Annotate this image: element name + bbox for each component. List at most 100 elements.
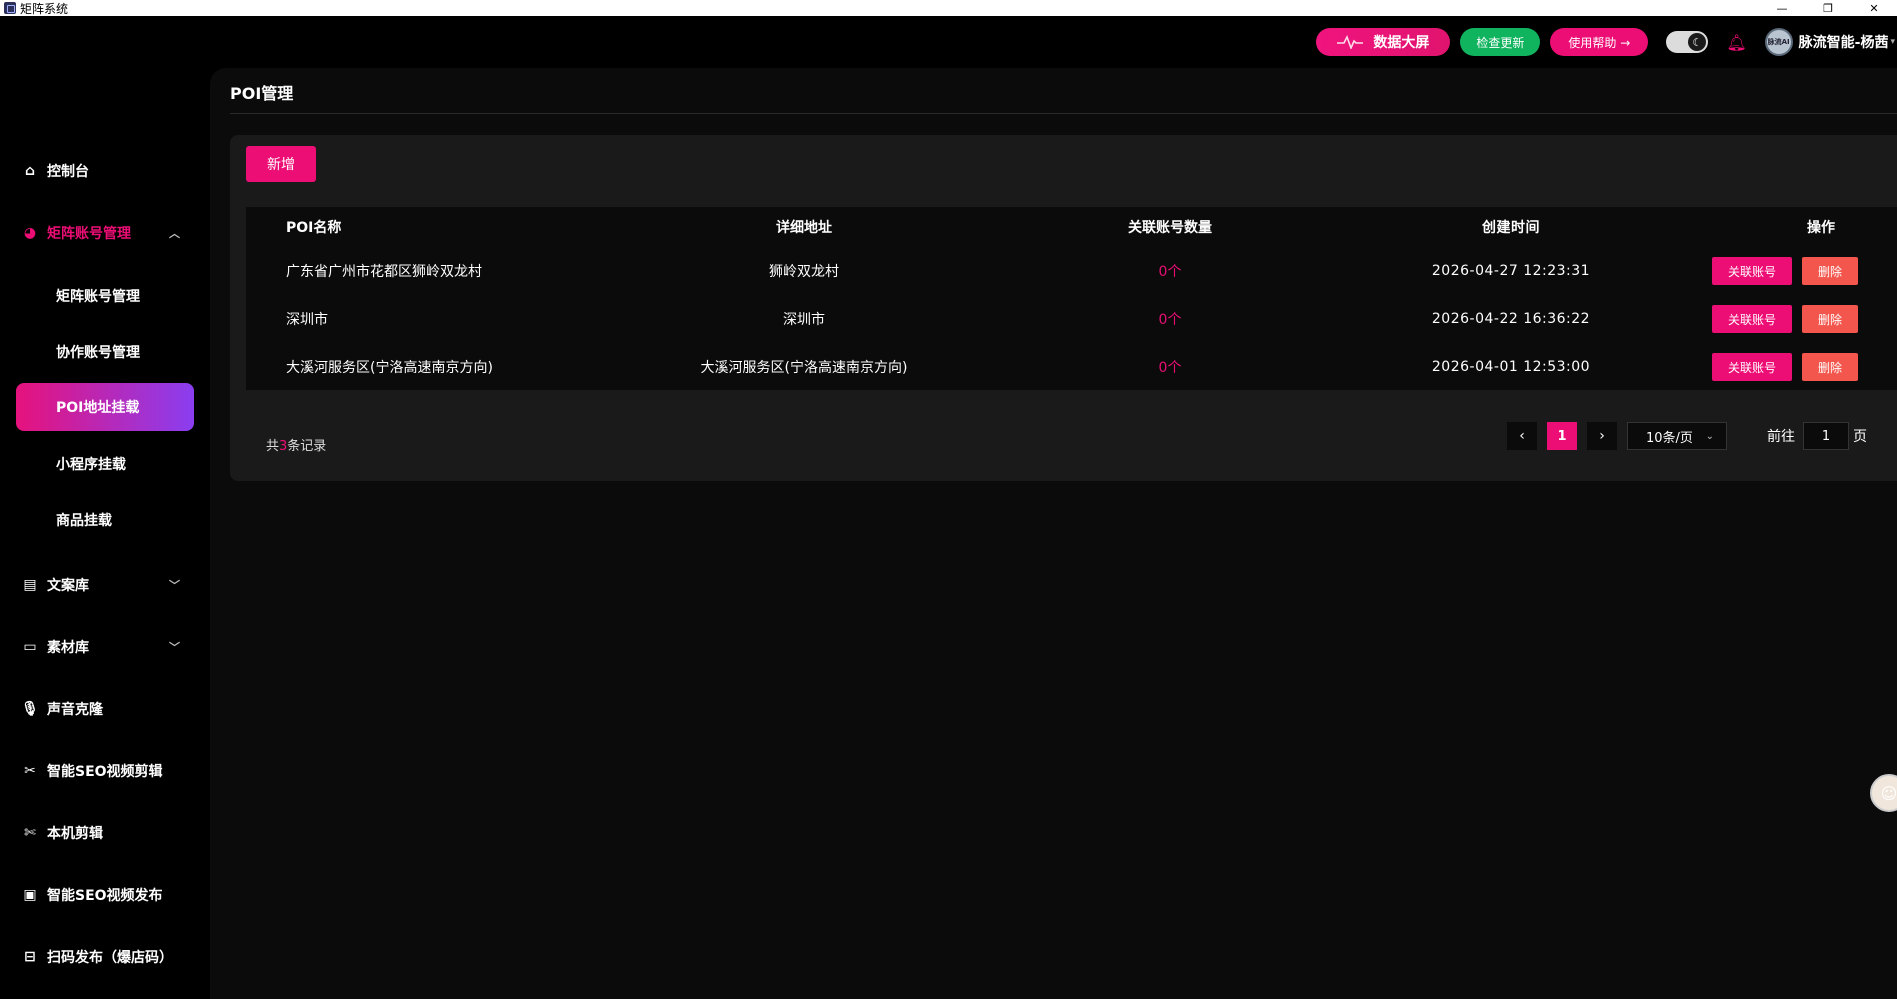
account-count: 0个 (1086, 357, 1254, 377)
chevron-down-icon[interactable]: ▾ (1890, 37, 1895, 47)
data-screen-label: 数据大屏 (1373, 35, 1430, 51)
column-header-created: 创建时间 (1482, 220, 1540, 236)
sidebar-item-seo-video-publish[interactable]: ▣ 智能SEO视频发布 (0, 875, 210, 915)
account-count-value: 0个 (1158, 360, 1182, 376)
link-account-button[interactable]: 关联账号 (1712, 257, 1792, 285)
bell-icon[interactable]: 🔔︎ (1726, 33, 1746, 52)
sidebar-item-copy-library[interactable]: ▤ 文案库 ﹀ (0, 565, 210, 605)
pulse-icon (1337, 35, 1364, 49)
row-actions: 关联账号 删除 (1712, 353, 1858, 381)
data-screen-button[interactable]: 数据大屏 (1316, 28, 1451, 56)
window-titlebar: 矩阵系统 — ❐ ✕ (0, 0, 1897, 16)
table-row: 大溪河服务区(宁洛高速南京方向) 大溪河服务区(宁洛高速南京方向) 0个 202… (246, 343, 1897, 391)
goto-page-input[interactable]: 1 (1803, 422, 1849, 450)
theme-toggle[interactable]: ☾ (1666, 31, 1709, 53)
column-header-name: POI名称 (286, 220, 342, 236)
poi-table: POI名称 详细地址 关联账号数量 创建时间 操作 广东省广州市花都区狮岭双龙村… (246, 207, 1897, 390)
sidebar-item-label: 矩阵账号管理 (47, 226, 131, 242)
chevron-down-icon: ﹀ (169, 579, 180, 592)
sidebar-subitem-product-mount[interactable]: 商品挂载 (0, 500, 210, 540)
link-account-button[interactable]: 关联账号 (1712, 353, 1792, 381)
goto-suffix: 页 (1853, 429, 1867, 445)
sidebar: ⌂ 控制台 ◕ 矩阵账号管理 ︿ 矩阵账号管理 协作账号管理 POI地址挂载 小… (0, 68, 210, 999)
delete-button[interactable]: 删除 (1802, 257, 1858, 285)
created-time: 2026-04-01 12:53:00 (1431, 359, 1591, 375)
created-time: 2026-04-27 12:23:31 (1431, 263, 1591, 279)
poi-name: 大溪河服务区(宁洛高速南京方向) (286, 360, 493, 376)
total-suffix: 条记录 (287, 439, 327, 454)
page-size-value: 10条/页 (1646, 430, 1693, 446)
poi-address: 狮岭双龙村 (769, 264, 839, 280)
sidebar-item-label: 智能SEO视频发布 (47, 888, 163, 904)
app-logo-icon (4, 2, 16, 14)
home-icon: ⌂ (24, 163, 36, 179)
scissors-icon: ✄ (24, 825, 36, 841)
pagination: ‹ 1 › 10条/页 ⌄ 前往 1 页 (1507, 422, 1867, 450)
prev-page-button[interactable]: ‹ (1507, 422, 1537, 450)
sidebar-item-label: 文案库 (47, 578, 89, 594)
mic-icon: 🎙︎ (21, 701, 39, 717)
sidebar-item-qr-publish[interactable]: ⊟ 扫码发布（爆店码） (0, 937, 210, 977)
table-row: 深圳市 深圳市 0个 2026-04-22 16:36:22 关联账号 删除 (246, 295, 1897, 343)
table-icon: ▤ (23, 577, 37, 593)
link-account-button[interactable]: 关联账号 (1712, 305, 1792, 333)
poi-card: 新增 POI名称 详细地址 关联账号数量 创建时间 操作 广东省广州市花都区狮岭… (230, 135, 1897, 481)
help-button[interactable]: 使用帮助 → (1550, 28, 1649, 56)
qr-icon: ⊟ (24, 949, 36, 965)
column-header-address: 详细地址 (776, 220, 832, 236)
page-number-current[interactable]: 1 (1547, 422, 1577, 450)
sidebar-item-label: 声音克隆 (47, 702, 103, 718)
sidebar-item-label: 扫码发布（爆店码） (47, 950, 173, 966)
sidebar-subitem-collab-accounts[interactable]: 协作账号管理 (0, 332, 210, 372)
page-size-select[interactable]: 10条/页 ⌄ (1627, 422, 1727, 450)
sidebar-item-label: 本机剪辑 (47, 826, 103, 842)
chevron-up-icon: ︿ (169, 227, 180, 240)
minimize-button[interactable]: — (1759, 0, 1805, 16)
folder-icon: ▭ (23, 639, 37, 655)
close-button[interactable]: ✕ (1851, 0, 1897, 16)
sidebar-item-label: 控制台 (47, 164, 89, 180)
scissors-icon: ✂ (24, 763, 36, 779)
sidebar-item-matrix-accounts[interactable]: ◕ 矩阵账号管理 ︿ (0, 213, 210, 253)
matrix-icon: ◕ (23, 225, 37, 241)
column-header-account-count: 关联账号数量 (1128, 220, 1212, 236)
sidebar-item-label: 小程序挂载 (56, 457, 126, 473)
sidebar-item-seo-video-edit[interactable]: ✂ 智能SEO视频剪辑 (0, 751, 210, 791)
sidebar-item-label: 素材库 (47, 640, 89, 656)
sidebar-item-material-library[interactable]: ▭ 素材库 ﹀ (0, 627, 210, 667)
sidebar-item-label: 矩阵账号管理 (56, 289, 140, 305)
total-records: 共3条记录 (266, 435, 326, 454)
window-title: 矩阵系统 (20, 1, 69, 16)
video-icon: ▣ (23, 887, 37, 903)
account-count: 0个 (1086, 261, 1254, 281)
sidebar-subitem-miniprogram-mount[interactable]: 小程序挂载 (0, 444, 210, 484)
sidebar-item-label: 商品挂载 (56, 513, 112, 529)
sidebar-subitem-poi-mount[interactable]: POI地址挂载 (16, 383, 194, 431)
add-button[interactable]: 新增 (246, 146, 316, 182)
divider (230, 113, 1897, 114)
main-content: POI管理 新增 POI名称 详细地址 关联账号数量 创建时间 操作 广东省广州… (210, 68, 1897, 999)
account-count-value: 0个 (1158, 312, 1182, 328)
delete-button[interactable]: 删除 (1802, 305, 1858, 333)
next-page-button[interactable]: › (1587, 422, 1617, 450)
user-avatar[interactable]: 脉流AI (1764, 28, 1793, 56)
row-actions: 关联账号 删除 (1712, 257, 1858, 285)
sidebar-item-label: 协作账号管理 (56, 345, 140, 361)
delete-button[interactable]: 删除 (1802, 353, 1858, 381)
account-count: 0个 (1086, 309, 1254, 329)
username[interactable]: 脉流智能-杨茜 (1799, 32, 1889, 52)
sidebar-subitem-matrix-account-manage[interactable]: 矩阵账号管理 (0, 276, 210, 316)
maximize-button[interactable]: ❐ (1805, 0, 1851, 16)
poi-address: 深圳市 (783, 312, 825, 328)
window-controls: — ❐ ✕ (1759, 0, 1897, 16)
check-update-button[interactable]: 检查更新 (1460, 28, 1541, 56)
sidebar-item-voice-clone[interactable]: 🎙︎ 声音克隆 (0, 689, 210, 729)
sidebar-item-dashboard[interactable]: ⌂ 控制台 (0, 151, 210, 191)
table-row: 广东省广州市花都区狮岭双龙村 狮岭双龙村 0个 2026-04-27 12:23… (246, 247, 1897, 295)
sidebar-item-local-edit[interactable]: ✄ 本机剪辑 (0, 813, 210, 853)
column-header-actions: 操作 (1807, 220, 1835, 236)
account-count-value: 0个 (1158, 264, 1182, 280)
sidebar-item-label: POI地址挂载 (56, 400, 140, 416)
chevron-down-icon: ﹀ (169, 641, 180, 654)
sidebar-item-label: 智能SEO视频剪辑 (47, 764, 163, 780)
